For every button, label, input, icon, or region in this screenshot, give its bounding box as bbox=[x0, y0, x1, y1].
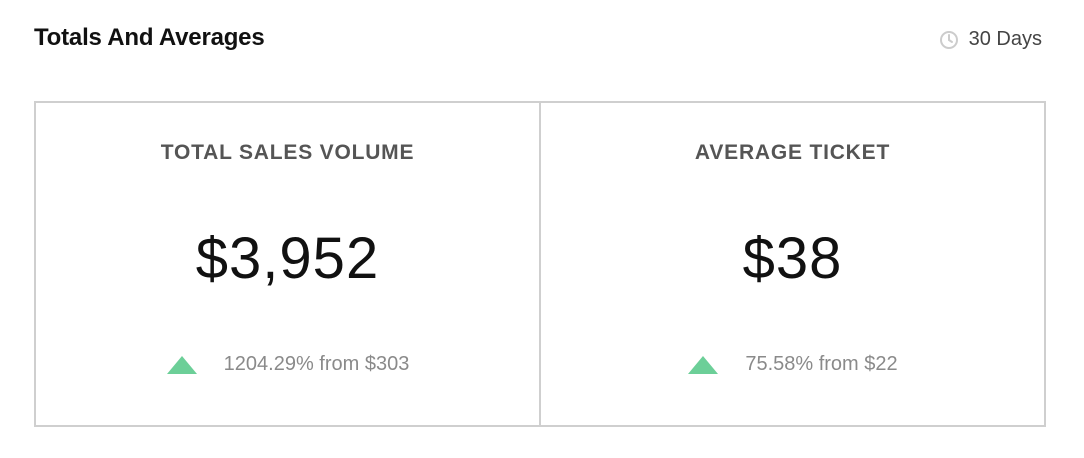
widget-title: Totals And Averages bbox=[34, 24, 265, 51]
metric-card-average-ticket: AVERAGE TICKET $38 75.58% from $22 bbox=[539, 103, 1044, 425]
metric-change-text: 1204.29% from $303 bbox=[223, 353, 410, 375]
metric-change: 1204.29% from $303 bbox=[36, 353, 539, 376]
metric-value: $3,952 bbox=[195, 226, 380, 291]
metric-card-total-sales-volume: TOTAL SALES VOLUME $3,952 1204.29% from … bbox=[36, 103, 539, 425]
date-range-label: 30 Days bbox=[968, 28, 1042, 50]
widget-header: Totals And Averages 30 Days bbox=[34, 22, 1044, 58]
metric-change: 75.58% from $22 bbox=[541, 353, 1044, 376]
date-range-selector[interactable]: 30 Days bbox=[939, 28, 1042, 51]
metrics-cards: TOTAL SALES VOLUME $3,952 1204.29% from … bbox=[34, 101, 1046, 427]
triangle-up-icon bbox=[687, 355, 719, 375]
metric-label: AVERAGE TICKET bbox=[694, 141, 891, 164]
metric-change-text: 75.58% from $22 bbox=[745, 353, 898, 375]
metric-value: $38 bbox=[742, 226, 843, 291]
clock-icon bbox=[939, 30, 959, 50]
triangle-up-icon bbox=[166, 355, 198, 375]
metric-label: TOTAL SALES VOLUME bbox=[160, 141, 415, 164]
